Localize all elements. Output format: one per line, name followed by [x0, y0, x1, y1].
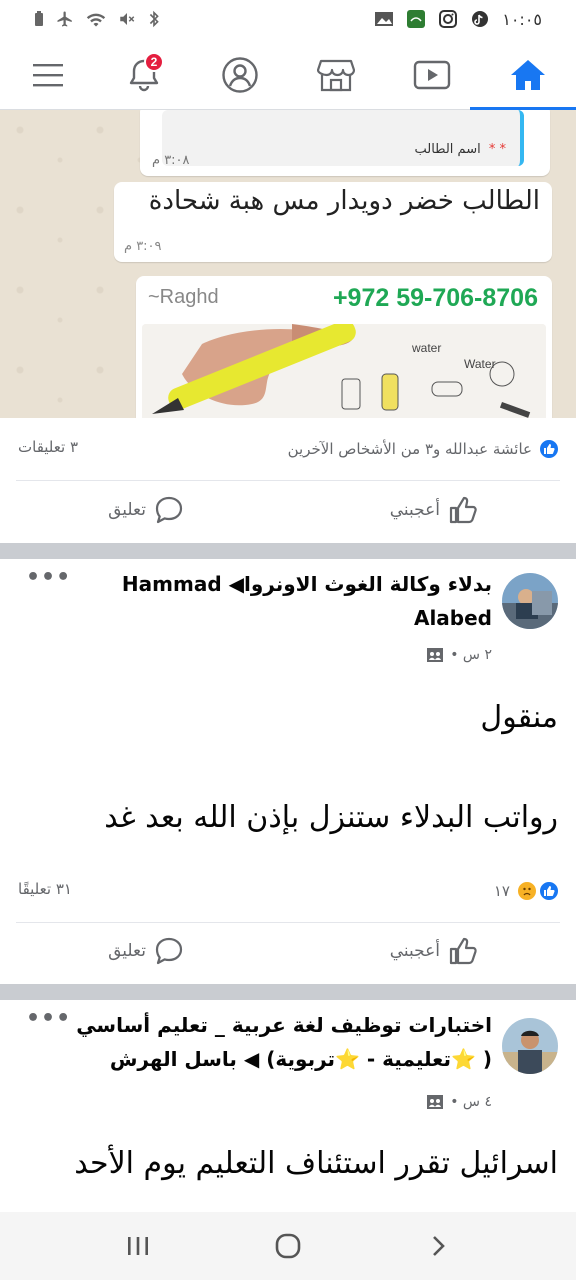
feed-separator	[0, 543, 576, 559]
chat-message-text: الطالب خضر دويدار مس هبة شحادة	[148, 186, 540, 216]
post-text-line: اسرائيل تقرر استئناف التعليم يوم الأحد	[74, 1146, 558, 1181]
post-text-line: رواتب البدلاء ستنزل بإذن الله بعد غد	[104, 800, 558, 835]
worksheet-photo: water Water	[142, 324, 546, 418]
like-label: أعجبني	[389, 941, 440, 961]
comment-button[interactable]: تعليق	[108, 495, 184, 525]
message-time: ٣:٠٩ م	[124, 239, 162, 254]
menu-button[interactable]	[18, 50, 78, 100]
chat-bubble-quoted: اسم الطالب * * ٣:٠٨ م	[140, 110, 550, 176]
battery-icon	[34, 11, 44, 31]
store-icon	[317, 59, 355, 92]
comments-count[interactable]: ٣١ تعليقًا	[18, 880, 72, 898]
avatar[interactable]	[502, 573, 558, 629]
post2-actions: أعجبني تعليق	[0, 922, 576, 984]
svg-text:water: water	[411, 341, 441, 355]
author-line-2[interactable]: ( ⭐تعليمية - ⭐تربوية) ◀ باسل الهرش	[72, 1042, 492, 1076]
post-text-line: منقول	[480, 700, 558, 735]
comment-icon	[155, 937, 183, 965]
quoted-message: اسم الطالب * *	[162, 110, 524, 166]
group-audience-icon	[427, 1095, 444, 1109]
group-audience-icon	[427, 648, 444, 662]
sender-phone: +972 59-706-8706	[332, 284, 538, 312]
system-navigation-bar	[0, 1212, 576, 1280]
thumbs-up-icon	[449, 496, 477, 524]
post-time: ٤ س •	[450, 1094, 492, 1110]
svg-text:Water: Water	[464, 357, 496, 371]
post-meta: ٢ س •	[426, 647, 492, 663]
reactions-count: ١٧	[493, 882, 510, 900]
comment-button[interactable]: تعليق	[108, 936, 184, 966]
like-button[interactable]: أعجبني	[390, 936, 478, 966]
status-bar: ١٠:٠٥	[0, 0, 576, 40]
post1-reactions[interactable]: عائشة عبدالله و٣ من الأشخاص الآخرين ٣ تع…	[0, 418, 576, 480]
mute-icon	[118, 10, 136, 32]
post-time: ٢ س •	[450, 647, 492, 663]
more-options-icon[interactable]: •••	[26, 565, 71, 590]
shared-chat-screenshot[interactable]: اسم الطالب * * ٣:٠٨ م الطالب خضر دويدار …	[0, 110, 576, 418]
comment-icon	[155, 496, 183, 524]
feed-separator	[0, 984, 576, 1000]
comment-label: تعليق	[108, 500, 146, 520]
post-author[interactable]: اختبارات توظيف لغة عربية _ تعليم أساسي (…	[72, 1008, 492, 1076]
tiktok-icon	[470, 9, 490, 29]
post3-header: اختبارات توظيف لغة عربية _ تعليم أساسي (…	[0, 1000, 576, 1120]
post2-reactions[interactable]: ١٧ ٣١ تعليقًا	[0, 860, 576, 922]
author-line-2[interactable]: Alabed	[72, 601, 492, 635]
reaction-summary[interactable]: ١٧	[494, 880, 560, 902]
home-circle-icon	[275, 1233, 301, 1259]
notifications-button[interactable]: 2	[114, 50, 174, 100]
profile-button[interactable]	[210, 50, 270, 100]
gallery-notification-icon	[374, 9, 394, 29]
quoted-label: اسم الطالب * *	[414, 142, 507, 157]
recent-apps-icon	[128, 1237, 148, 1255]
wifi-icon	[86, 11, 106, 31]
like-button[interactable]: أعجبني	[390, 495, 478, 525]
quran-app-icon	[406, 9, 426, 29]
reactions-text: عائشة عبدالله و٣ من الأشخاص الآخرين	[287, 440, 532, 458]
post-meta: ٤ س •	[426, 1094, 492, 1110]
instagram-icon	[438, 9, 458, 29]
video-icon	[413, 60, 451, 90]
author-line-1[interactable]: اختبارات توظيف لغة عربية _ تعليم أساسي	[72, 1008, 492, 1042]
marketplace-button[interactable]	[306, 50, 366, 100]
home-system-button[interactable]	[268, 1230, 308, 1262]
recent-apps-button[interactable]	[118, 1230, 158, 1262]
like-label: أعجبني	[389, 500, 440, 520]
like-reaction-icon	[538, 880, 560, 902]
home-button[interactable]	[470, 50, 576, 110]
more-options-icon[interactable]: •••	[26, 1006, 71, 1031]
sad-reaction-icon	[516, 880, 538, 902]
sender-name: ~Raghd	[148, 286, 219, 308]
thumbs-up-icon	[449, 937, 477, 965]
status-icons-right: ١٠:٠٥	[374, 9, 542, 29]
status-icons-left	[34, 10, 160, 32]
home-icon	[511, 60, 545, 90]
like-reaction-icon	[538, 438, 560, 460]
hamburger-menu-icon	[33, 64, 63, 87]
comment-label: تعليق	[108, 941, 146, 961]
comments-count[interactable]: ٣ تعليقات	[18, 438, 78, 456]
message-time: ٣:٠٨ م	[152, 153, 190, 168]
chat-bubble-message: الطالب خضر دويدار مس هبة شحادة ٣:٠٩ م	[114, 182, 552, 262]
airplane-icon	[56, 10, 74, 32]
chat-bubble-photo: ~Raghd +972 59-706-8706 water Water	[136, 276, 552, 418]
notification-badge: 2	[144, 52, 164, 72]
reaction-summary[interactable]: عائشة عبدالله و٣ من الأشخاص الآخرين	[288, 438, 560, 460]
clock-text: ١٠:٠٥	[502, 9, 542, 29]
profile-icon	[222, 57, 258, 93]
watch-button[interactable]	[402, 50, 462, 100]
avatar[interactable]	[502, 1018, 558, 1074]
top-navigation: 2	[0, 40, 576, 110]
author-line-1[interactable]: بدلاء وكالة الغوث الاونروا◀ Hammad	[72, 567, 492, 601]
bluetooth-icon	[148, 10, 160, 32]
back-button[interactable]	[418, 1230, 458, 1262]
post2-header: بدلاء وكالة الغوث الاونروا◀ Hammad Alabe…	[0, 559, 576, 679]
post-author[interactable]: بدلاء وكالة الغوث الاونروا◀ Hammad Alabe…	[72, 567, 492, 635]
post1-actions: أعجبني تعليق	[0, 481, 576, 543]
chevron-right-icon	[433, 1236, 445, 1256]
